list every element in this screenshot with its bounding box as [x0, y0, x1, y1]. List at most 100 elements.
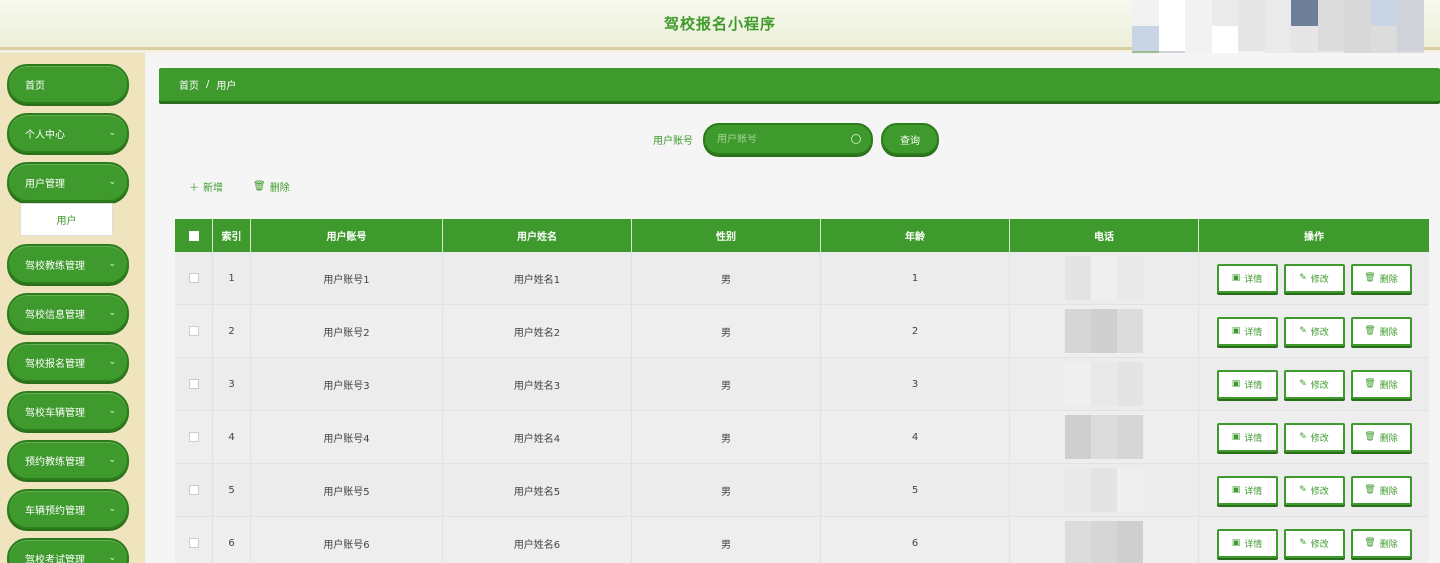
sidebar-item-3[interactable]: 驾校教练管理 ⌄	[7, 244, 129, 284]
pixel-block	[1117, 384, 1143, 406]
cell-gender: 男	[632, 411, 821, 463]
chevron-down-icon: ⌄	[108, 504, 116, 514]
sidebar-item-1[interactable]: 个人中心 ⌄	[7, 113, 129, 153]
pixel-block	[1091, 256, 1117, 278]
edit-button-label: 修改	[1310, 380, 1329, 391]
detail-button[interactable]: ▣ 详情	[1216, 422, 1278, 452]
app-title: 驾校报名小程序	[663, 15, 776, 33]
pixel-block	[1091, 415, 1117, 437]
sidebar-item-8[interactable]: 车辆预约管理 ⌄	[7, 489, 129, 529]
delete-button[interactable]: 🗑 删除	[1350, 475, 1412, 505]
search-label: 用户账号	[653, 135, 693, 147]
cell-age: 4	[821, 411, 1010, 463]
sidebar-item-6[interactable]: 驾校车辆管理 ⌄	[7, 391, 129, 431]
cell-account: 用户账号5	[251, 464, 443, 516]
edit-icon: ✎	[1299, 326, 1307, 336]
row-checkbox[interactable]	[188, 326, 199, 336]
edit-icon: ✎	[1299, 538, 1307, 548]
trash-icon: 🗑	[1364, 432, 1376, 442]
table-row: 3 用户账号3 用户姓名3 男 3 ▣ 详情 ✎ 修改 🗑 删除	[175, 358, 1429, 411]
pixel-block	[1065, 384, 1091, 406]
breadcrumb-home[interactable]: 首页	[179, 77, 199, 92]
breadcrumb-current: 用户	[216, 81, 237, 92]
row-checkbox-cell	[175, 464, 213, 516]
sidebar-item-7[interactable]: 预约教练管理 ⌄	[7, 440, 129, 480]
trash-icon: 🗑	[1364, 485, 1376, 495]
sidebar-item-label: 驾校教练管理	[25, 260, 85, 272]
sidebar-item-label: 个人中心	[25, 129, 65, 141]
pixel-block	[1091, 490, 1117, 512]
batch-delete-button[interactable]: 🗑 删除	[253, 179, 290, 194]
pixel-block	[1065, 278, 1091, 300]
submenu-item-user[interactable]: 用户	[20, 203, 113, 236]
edit-button-label: 修改	[1310, 327, 1329, 338]
chevron-down-icon: ⌄	[108, 455, 116, 465]
cell-name: 用户姓名1	[443, 252, 632, 304]
sidebar-item-label: 驾校信息管理	[25, 309, 85, 321]
detail-icon: ▣	[1231, 538, 1241, 548]
cell-index: 5	[213, 464, 251, 516]
detail-button[interactable]: ▣ 详情	[1216, 528, 1278, 558]
delete-button[interactable]: 🗑 删除	[1350, 263, 1412, 293]
cell-age: 1	[821, 252, 1010, 304]
pixel-block	[1317, 0, 1345, 26]
add-button[interactable]: ＋ 新增	[189, 179, 223, 194]
delete-button[interactable]: 🗑 删除	[1350, 528, 1412, 558]
pixel-block	[1065, 490, 1091, 512]
sidebar-item-0[interactable]: 首页	[7, 64, 129, 104]
detail-button[interactable]: ▣ 详情	[1216, 369, 1278, 399]
row-checkbox[interactable]	[188, 432, 199, 442]
cell-account: 用户账号4	[251, 411, 443, 463]
sidebar-item-9[interactable]: 驾校考试管理 ⌄	[7, 538, 129, 563]
query-button[interactable]: 查询	[881, 123, 939, 155]
row-checkbox[interactable]	[188, 273, 199, 283]
search-box[interactable]	[703, 123, 873, 155]
cell-gender: 男	[632, 358, 821, 410]
row-checkbox[interactable]	[188, 485, 199, 495]
cell-index: 2	[213, 305, 251, 357]
row-checkbox[interactable]	[188, 379, 199, 389]
cell-name: 用户姓名4	[443, 411, 632, 463]
edit-button[interactable]: ✎ 修改	[1283, 316, 1345, 346]
cell-name: 用户姓名6	[443, 517, 632, 563]
detail-button[interactable]: ▣ 详情	[1216, 263, 1278, 293]
edit-button[interactable]: ✎ 修改	[1283, 369, 1345, 399]
row-checkbox-cell	[175, 411, 213, 463]
phone-masked	[1065, 362, 1143, 406]
pixel-block	[1264, 0, 1292, 26]
edit-button[interactable]: ✎ 修改	[1283, 422, 1345, 452]
search-row: 用户账号 查询	[653, 123, 939, 155]
edit-button[interactable]: ✎ 修改	[1283, 528, 1345, 558]
delete-button[interactable]: 🗑 删除	[1350, 316, 1412, 346]
detail-button[interactable]: ▣ 详情	[1216, 475, 1278, 505]
sidebar-item-label: 驾校车辆管理	[25, 407, 85, 419]
pixel-block	[1091, 468, 1117, 490]
pixel-block	[1211, 0, 1239, 26]
delete-button[interactable]: 🗑 删除	[1350, 422, 1412, 452]
cell-phone	[1010, 411, 1199, 463]
detail-icon: ▣	[1231, 485, 1241, 495]
search-input[interactable]	[717, 133, 847, 145]
cell-name: 用户姓名3	[443, 358, 632, 410]
edit-button[interactable]: ✎ 修改	[1283, 263, 1345, 293]
sidebar-item-label: 驾校报名管理	[25, 358, 85, 370]
sidebar-item-4[interactable]: 驾校信息管理 ⌄	[7, 293, 129, 333]
cell-index: 6	[213, 517, 251, 563]
user-table: 索引 用户账号 用户姓名 性别 年龄 电话 操作 1 用户账号1 用户姓名1 男 1 ▣ 详…	[175, 219, 1429, 563]
delete-button-label: 删除	[1379, 274, 1398, 285]
detail-button-label: 详情	[1244, 539, 1263, 550]
sidebar-item-5[interactable]: 驾校报名管理 ⌄	[7, 342, 129, 382]
pixel-block	[1317, 25, 1345, 52]
select-all-checkbox[interactable]	[188, 230, 199, 241]
row-actions: ▣ 详情 ✎ 修改 🗑 删除	[1216, 528, 1412, 558]
delete-button[interactable]: 🗑 删除	[1350, 369, 1412, 399]
sidebar-item-2[interactable]: 用户管理 ⌄	[7, 162, 129, 202]
edit-button[interactable]: ✎ 修改	[1283, 475, 1345, 505]
cell-account: 用户账号3	[251, 358, 443, 410]
pixel-block	[1344, 0, 1371, 26]
row-checkbox[interactable]	[188, 538, 199, 548]
pixel-block	[1117, 437, 1143, 459]
delete-button-label: 删除	[1379, 486, 1398, 497]
detail-button[interactable]: ▣ 详情	[1216, 316, 1278, 346]
table-row: 4 用户账号4 用户姓名4 男 4 ▣ 详情 ✎ 修改 🗑 删除	[175, 411, 1429, 464]
